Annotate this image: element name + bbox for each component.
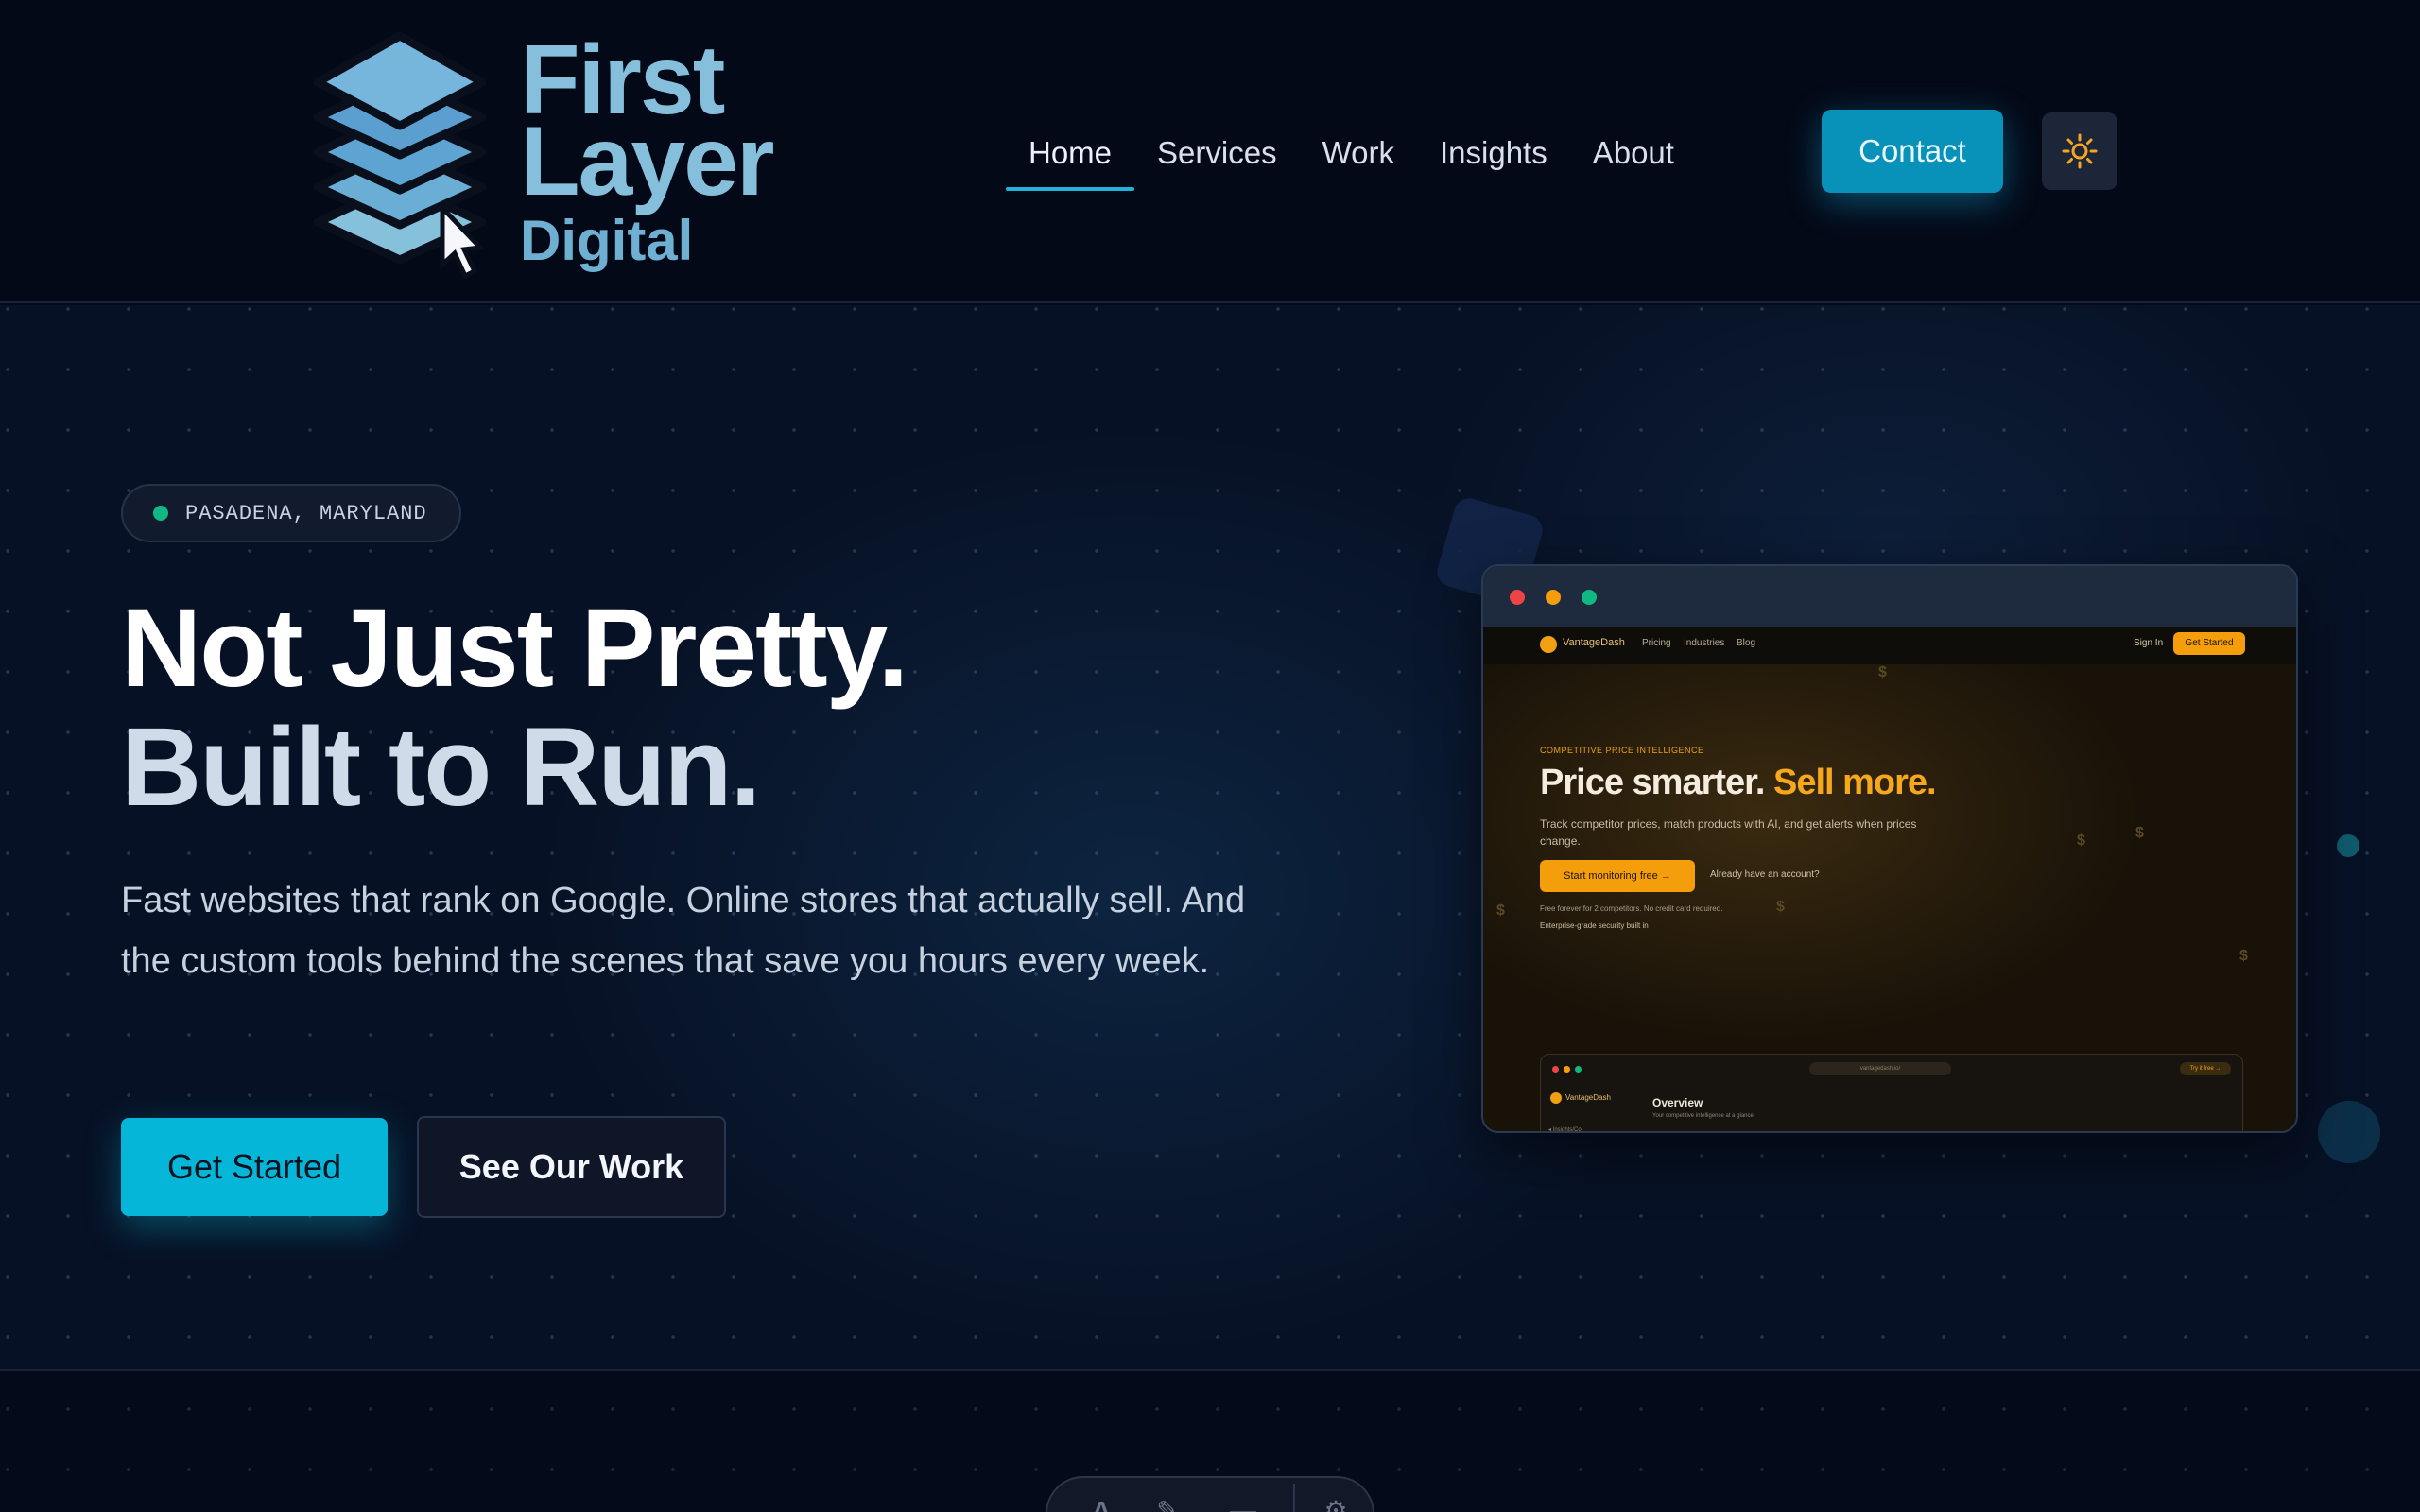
theme-toggle-button[interactable] — [2042, 112, 2118, 190]
mock-fine-print: Free forever for 2 competitors. No credi… — [1540, 904, 1723, 913]
inner-minimize-dot-icon — [1564, 1066, 1570, 1073]
decorative-circle — [2318, 1101, 2380, 1163]
mock-link-pricing: Pricing — [1642, 638, 1671, 648]
floating-toolbar: A ✎ — ⚙ — [1046, 1476, 1374, 1512]
nav-about[interactable]: About — [1570, 110, 1697, 197]
inner-back-link: ◂ Insights/Co — [1548, 1127, 1582, 1133]
window-maximize-dot-icon — [1582, 590, 1597, 605]
inner-close-dot-icon — [1552, 1066, 1559, 1073]
hero-section: PASADENA, MARYLAND Not Just Pretty. Buil… — [0, 305, 2420, 1369]
location-text: PASADENA, MARYLAND — [185, 501, 427, 525]
mock-dollar-icon: $ — [1878, 664, 1887, 680]
nav-services[interactable]: Services — [1134, 110, 1300, 197]
inner-maximize-dot-icon — [1575, 1066, 1582, 1073]
decorative-dot — [2337, 834, 2360, 857]
hero-subtitle: Fast websites that rank on Google. Onlin… — [121, 881, 1246, 981]
window-close-dot-icon — [1510, 590, 1525, 605]
nav-home[interactable]: Home — [1006, 110, 1135, 197]
inner-logo-icon — [1550, 1092, 1562, 1104]
nav-work[interactable]: Work — [1300, 110, 1417, 197]
mock-headline-b: Sell more. — [1772, 763, 1937, 802]
inner-try-button: Try it free → — [2180, 1062, 2231, 1075]
mock-inner-dashboard: vantagedash.io/ Try it free → VantageDas… — [1540, 1054, 2243, 1133]
mock-link-industries: Industries — [1684, 638, 1725, 648]
sun-icon — [2062, 133, 2098, 169]
text-tool-icon[interactable]: A — [1087, 1497, 1115, 1512]
line-tool-icon[interactable]: — — [1229, 1497, 1257, 1512]
inner-description: Your competitive intelligence at a glanc… — [1652, 1113, 1754, 1119]
mock-get-started: Get Started — [2173, 632, 2245, 655]
inner-brand: VantageDash — [1565, 1093, 1611, 1102]
contact-button[interactable]: Contact — [1822, 110, 2003, 193]
headline-line-2: Built to Run. — [121, 705, 761, 830]
mock-dollar-icon: $ — [2135, 825, 2144, 841]
window-minimize-dot-icon — [1546, 590, 1561, 605]
status-dot-icon — [153, 506, 168, 521]
mock-eyebrow: COMPETITIVE PRICE INTELLIGENCE — [1540, 746, 1704, 755]
mock-link-blog: Blog — [1737, 638, 1756, 648]
logo-line-layer: Layer — [520, 107, 775, 216]
mock-brand: VantageDash — [1563, 637, 1625, 648]
mock-dollar-icon: $ — [1776, 899, 1785, 915]
mock-security-note: Enterprise-grade security built in — [1540, 921, 1649, 930]
mock-start-button: Start monitoring free → — [1540, 860, 1695, 892]
mock-account-link: Already have an account? — [1710, 869, 1820, 880]
nav-insights[interactable]: Insights — [1417, 110, 1570, 197]
headline-line-1: Not Just Pretty. — [121, 586, 908, 711]
inner-url-bar: vantagedash.io/ — [1809, 1062, 1951, 1075]
see-our-work-button[interactable]: See Our Work — [417, 1116, 726, 1218]
logo-wordmark: First Layer Digital — [520, 31, 775, 276]
site-header: First Layer Digital Home Services Work I… — [0, 0, 2420, 303]
main-nav: Home Services Work Insights About — [1006, 110, 1697, 197]
get-started-button[interactable]: Get Started — [121, 1118, 388, 1216]
logo-line-digital: Digital — [520, 209, 694, 272]
logo[interactable]: First Layer Digital — [301, 28, 792, 279]
mock-dollar-icon: $ — [1496, 902, 1505, 919]
settings-gear-icon[interactable]: ⚙ — [1322, 1497, 1350, 1512]
mock-description: Track competitor prices, match products … — [1540, 817, 1917, 848]
location-badge: PASADENA, MARYLAND — [121, 484, 461, 542]
layers-logo-icon — [313, 31, 487, 279]
mock-headline-a: Price smarter. — [1540, 763, 1765, 802]
mockup-title-bar — [1483, 566, 2296, 627]
hero-headline: Not Just Pretty. Built to Run. — [121, 586, 908, 830]
mock-dollar-icon: $ — [2239, 948, 2248, 964]
mock-headline: Price smarter. Sell more. — [1540, 763, 1937, 803]
inner-title: Overview — [1652, 1096, 1703, 1109]
mockup-screenshot: VantageDash Pricing Industries Blog Sign… — [1483, 627, 2296, 1133]
toolbar-separator — [1293, 1484, 1295, 1512]
mock-sign-in: Sign In — [2134, 638, 2164, 648]
draw-tool-icon[interactable]: ✎ — [1153, 1497, 1182, 1512]
mock-dollar-icon: $ — [2077, 833, 2085, 849]
mock-nav: VantageDash Pricing Industries Blog Sign… — [1483, 627, 2296, 664]
browser-mockup[interactable]: VantageDash Pricing Industries Blog Sign… — [1481, 564, 2298, 1133]
mock-logo-icon — [1540, 636, 1557, 653]
